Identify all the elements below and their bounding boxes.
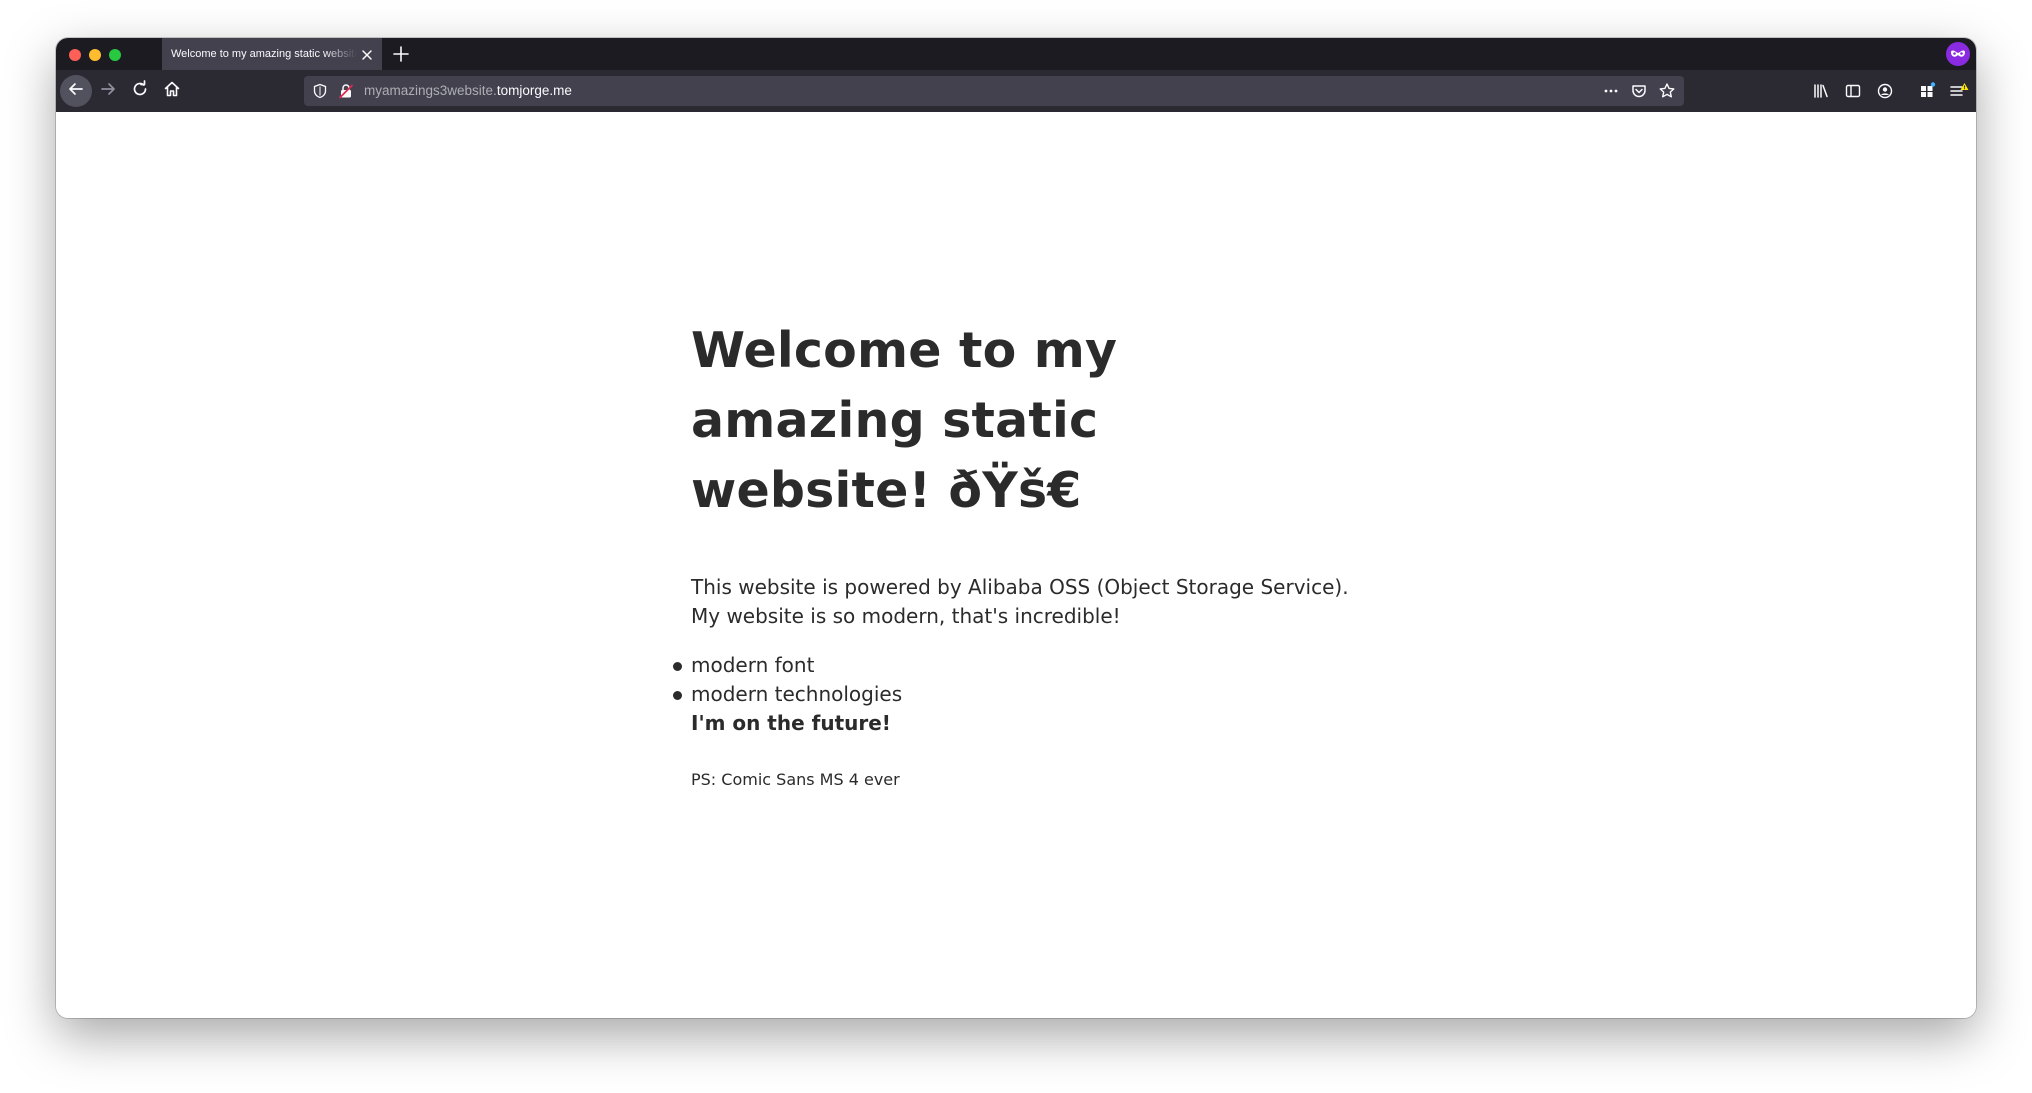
feature-list: modern font modern technologies I'm on t… xyxy=(673,651,1351,738)
window-zoom-button[interactable] xyxy=(109,49,121,61)
back-arrow-icon xyxy=(67,80,85,102)
reload-button[interactable] xyxy=(124,75,156,107)
home-button[interactable] xyxy=(156,75,188,107)
page-heading: Welcome to my amazing static website! ðŸ… xyxy=(691,322,1118,519)
list-item: modern technologies xyxy=(673,680,1351,709)
browser-window: Welcome to my amazing static website mya… xyxy=(56,38,1976,1018)
forward-button[interactable] xyxy=(92,75,124,107)
url-bar[interactable]: myamazings3website.tomjorge.me xyxy=(304,76,1684,106)
insecure-lock-icon[interactable] xyxy=(338,83,354,103)
star-icon[interactable] xyxy=(1658,82,1676,100)
extensions-icon[interactable] xyxy=(1916,80,1938,102)
plus-icon[interactable] xyxy=(392,45,410,63)
mask-icon[interactable] xyxy=(1946,42,1970,66)
back-button[interactable] xyxy=(60,75,92,107)
list-item: modern font xyxy=(673,651,1351,680)
url-domain: tomjorge.me xyxy=(496,83,572,98)
intro-line-2: My website is so modern, that's incredib… xyxy=(691,604,1121,628)
page-body: Welcome to my amazing static website! ðŸ… xyxy=(673,316,1351,792)
tab-active[interactable]: Welcome to my amazing static website xyxy=(162,38,382,70)
window-minimize-button[interactable] xyxy=(89,49,101,61)
page-content: Welcome to my amazing static website! ðŸ… xyxy=(56,112,1976,1018)
navigation-toolbar: myamazings3website.tomjorge.me xyxy=(56,70,1976,112)
tab-title: Welcome to my amazing static website xyxy=(171,48,357,60)
ps-note: PS: Comic Sans MS 4 ever xyxy=(691,770,900,789)
forward-arrow-icon xyxy=(99,80,117,102)
url-actions xyxy=(1602,76,1676,106)
sidebar-icon[interactable] xyxy=(1842,80,1864,102)
pocket-icon[interactable] xyxy=(1630,82,1648,100)
toolbar-right xyxy=(1810,75,1970,107)
title-bar: Welcome to my amazing static website xyxy=(56,38,1976,70)
library-icon[interactable] xyxy=(1810,80,1832,102)
intro-line-1: This website is powered by Alibaba OSS (… xyxy=(691,575,1349,599)
list-item-bold: I'm on the future! xyxy=(691,711,891,735)
reload-icon xyxy=(131,80,149,102)
url-text[interactable]: myamazings3website.tomjorge.me xyxy=(364,76,572,106)
shield-icon[interactable] xyxy=(312,83,328,103)
close-icon[interactable] xyxy=(360,47,374,61)
menu-icon[interactable] xyxy=(1948,80,1970,102)
home-icon xyxy=(163,80,181,102)
more-dots-icon[interactable] xyxy=(1602,82,1620,100)
account-icon[interactable] xyxy=(1874,80,1896,102)
url-subdomain: myamazings3website. xyxy=(364,83,497,98)
window-close-button[interactable] xyxy=(69,49,81,61)
